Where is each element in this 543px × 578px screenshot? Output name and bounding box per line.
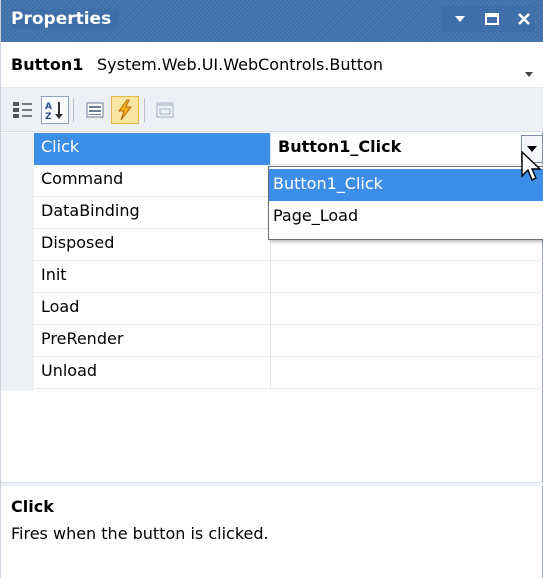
mouse-cursor-icon (521, 151, 542, 181)
window-title: Properties (11, 9, 120, 29)
event-row-click[interactable]: Click Button1_Click (34, 133, 543, 165)
event-name: DataBinding (41, 201, 140, 220)
alphabetical-icon[interactable]: A Z (41, 96, 69, 124)
object-type: System.Web.UI.WebControls.Button (97, 55, 383, 74)
dropdown-option[interactable]: Page_Load (269, 201, 543, 233)
event-name: Load (41, 297, 80, 316)
event-name: Unload (41, 361, 98, 380)
dropdown-option-label: Page_Load (273, 206, 359, 225)
event-row-unload[interactable]: Unload (34, 357, 543, 389)
event-name: Init (41, 265, 67, 284)
column-divider (270, 357, 271, 389)
event-handler-value[interactable]: Button1_Click (278, 137, 401, 156)
dropdown-option[interactable]: Button1_Click (269, 169, 543, 201)
grid-gutter (1, 133, 34, 391)
object-name: Button1 (11, 55, 84, 74)
event-name: PreRender (41, 329, 124, 348)
event-name: Disposed (41, 233, 115, 252)
column-divider (270, 293, 271, 325)
column-divider (270, 261, 271, 293)
properties-window: Properties Button1 System.Web.UI.WebCont… (0, 0, 543, 578)
svg-text:Z: Z (45, 112, 52, 121)
description-splitter[interactable] (1, 482, 543, 486)
object-selector[interactable]: Button1 System.Web.UI.WebControls.Button (1, 42, 543, 88)
description-text: Fires when the button is clicked. (11, 524, 269, 543)
events-lightning-icon[interactable] (111, 96, 139, 124)
column-divider (270, 325, 271, 357)
dropdown-option-label: Button1_Click (273, 174, 383, 193)
event-row-prerender[interactable]: PreRender (34, 325, 543, 357)
title-bar[interactable]: Properties (1, 0, 543, 42)
chevron-down-icon[interactable] (525, 62, 533, 81)
window-position-dropdown-icon[interactable] (449, 6, 471, 32)
event-name: Click (41, 137, 80, 156)
properties-icon[interactable] (81, 96, 109, 124)
toolbar-separator (73, 98, 74, 122)
window-controls (441, 6, 535, 32)
properties-toolbar: A Z (1, 88, 543, 132)
event-row-init[interactable]: Init (34, 261, 543, 293)
close-icon[interactable] (513, 6, 535, 32)
property-pages-icon[interactable] (151, 96, 179, 124)
handler-dropdown-list: Button1_Click Page_Load (268, 166, 543, 240)
toolbar-separator (144, 98, 145, 122)
maximize-icon[interactable] (481, 6, 503, 32)
event-row-load[interactable]: Load (34, 293, 543, 325)
column-divider (270, 133, 271, 165)
svg-text:A: A (45, 102, 52, 112)
categorized-icon[interactable] (9, 96, 37, 124)
event-name: Command (41, 169, 124, 188)
description-title: Click (11, 497, 54, 516)
